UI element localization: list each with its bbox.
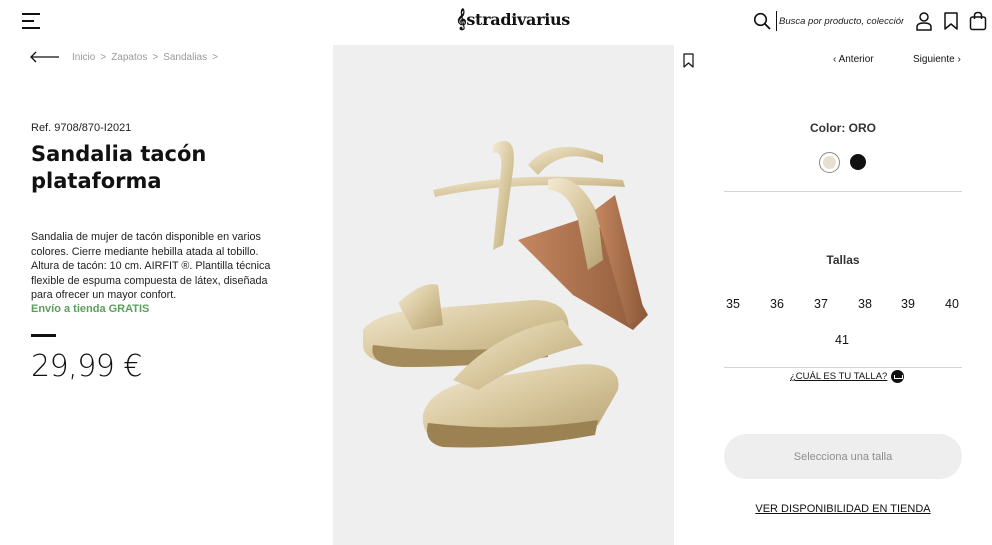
product-title: Sandalia tacón plataforma bbox=[31, 142, 207, 193]
next-product-link[interactable]: Siguiente › bbox=[913, 54, 961, 65]
size-option-37[interactable]: 37 bbox=[806, 297, 836, 311]
bookmark-icon[interactable] bbox=[682, 53, 695, 68]
sizes-label: Tallas bbox=[826, 253, 860, 267]
breadcrumb-item-inicio[interactable]: Inicio bbox=[72, 52, 95, 63]
product-price: 29,99 € bbox=[31, 349, 143, 384]
breadcrumb-item-sandalias[interactable]: Sandalias bbox=[163, 52, 207, 63]
previous-product-link[interactable]: ‹ Anterior bbox=[833, 54, 874, 65]
arrow-left-icon[interactable] bbox=[30, 51, 60, 63]
treble-clef-logo-icon: 𝄞 bbox=[456, 9, 467, 30]
color-swatch-gold[interactable] bbox=[819, 152, 840, 173]
hamburger-menu-icon[interactable] bbox=[22, 13, 40, 29]
color-label: Color: ORO bbox=[810, 121, 876, 135]
swatch-fill bbox=[823, 156, 836, 169]
divider bbox=[724, 367, 962, 368]
store-availability-link[interactable]: VER DISPONIBILIDAD EN TIENDA bbox=[724, 503, 962, 515]
user-icon[interactable] bbox=[915, 11, 933, 31]
color-swatch-black[interactable] bbox=[850, 154, 866, 170]
menu-line bbox=[22, 27, 40, 29]
size-option-40[interactable]: 40 bbox=[937, 297, 967, 311]
chevron-right-icon: › bbox=[957, 54, 961, 65]
chevron-left-icon: ‹ bbox=[833, 54, 837, 65]
logo-text: stradivarius bbox=[466, 10, 571, 29]
breadcrumb-separator: > bbox=[152, 52, 159, 63]
menu-line bbox=[22, 20, 34, 22]
next-label: Siguiente bbox=[913, 54, 955, 65]
sandals-illustration bbox=[363, 140, 648, 448]
search-input[interactable] bbox=[776, 11, 904, 31]
size-option-41[interactable]: 41 bbox=[827, 333, 857, 347]
breadcrumb: Inicio > Zapatos > Sandalias > bbox=[72, 52, 218, 63]
product-description: Sandalia de mujer de tacón disponible en… bbox=[31, 231, 271, 301]
product-ref: Ref. 9708/870-I2021 bbox=[31, 122, 132, 134]
menu-line bbox=[22, 13, 40, 15]
size-guide-label: ¿CUÁL ES TU TALLA? bbox=[790, 371, 888, 382]
shopping-bag-icon[interactable] bbox=[968, 11, 988, 31]
free-shipping-note: Envío a tienda GRATIS bbox=[31, 303, 150, 315]
select-size-button[interactable]: Selecciona una talla bbox=[724, 434, 962, 479]
bookmark-icon[interactable] bbox=[942, 11, 960, 31]
size-option-39[interactable]: 39 bbox=[893, 297, 923, 311]
gold-platform-sandals-image[interactable] bbox=[333, 45, 674, 545]
divider bbox=[724, 191, 962, 192]
size-option-35[interactable]: 35 bbox=[718, 297, 748, 311]
previous-label: Anterior bbox=[838, 54, 874, 65]
brand-logo[interactable]: 𝄞stradivarius bbox=[456, 9, 570, 30]
breadcrumb-separator: > bbox=[212, 52, 218, 63]
hanger-icon bbox=[891, 370, 905, 383]
size-guide-link[interactable]: ¿CUÁL ES TU TALLA? bbox=[790, 370, 905, 383]
size-option-36[interactable]: 36 bbox=[762, 297, 792, 311]
breadcrumb-separator: > bbox=[100, 52, 107, 63]
price-divider bbox=[31, 334, 56, 337]
search-icon[interactable] bbox=[753, 12, 771, 30]
size-option-38[interactable]: 38 bbox=[850, 297, 880, 311]
breadcrumb-item-zapatos[interactable]: Zapatos bbox=[111, 52, 147, 63]
